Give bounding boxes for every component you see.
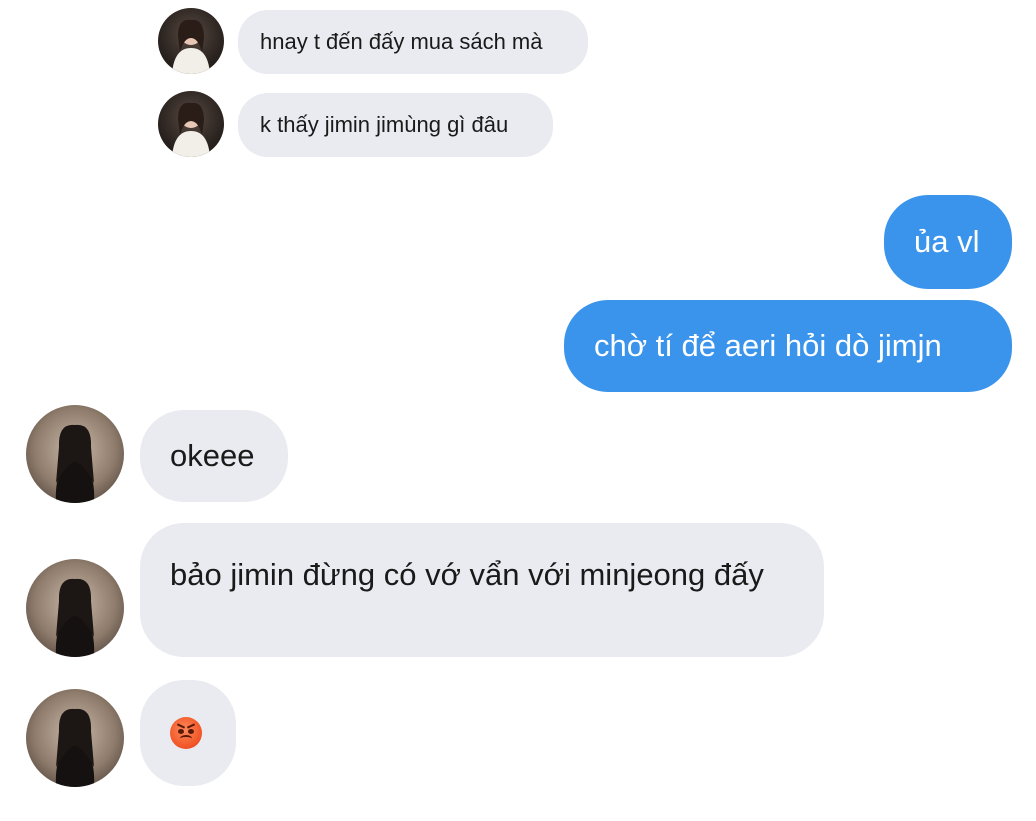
message-text: chờ tí để aeri hỏi dò jimjn [594, 328, 942, 363]
avatar[interactable] [158, 8, 224, 74]
message-bubble[interactable]: hnay t đến đấy mua sách mà [238, 10, 588, 74]
message-text: hnay t đến đấy mua sách mà [260, 29, 543, 54]
message-text: ủa vl [914, 224, 980, 259]
message-bubble[interactable]: k thấy jimin jimùng gì đâu [238, 93, 553, 157]
avatar[interactable] [26, 405, 124, 503]
message-text: k thấy jimin jimùng gì đâu [260, 112, 509, 137]
message-bubble[interactable]: chờ tí để aeri hỏi dò jimjn [564, 300, 1012, 392]
avatar[interactable] [26, 559, 124, 657]
message-bubble[interactable]: ủa vl [884, 195, 1012, 289]
message-bubble[interactable]: okeee [140, 410, 288, 502]
angry-face-icon [170, 717, 202, 749]
avatar[interactable] [158, 91, 224, 157]
message-text: bảo jimin đừng có vớ vẩn với minjeong đấ… [170, 557, 764, 592]
message-text: okeee [170, 438, 255, 473]
message-bubble[interactable]: bảo jimin đừng có vớ vẩn với minjeong đấ… [140, 523, 824, 657]
avatar[interactable] [26, 689, 124, 787]
message-bubble[interactable] [140, 680, 236, 786]
